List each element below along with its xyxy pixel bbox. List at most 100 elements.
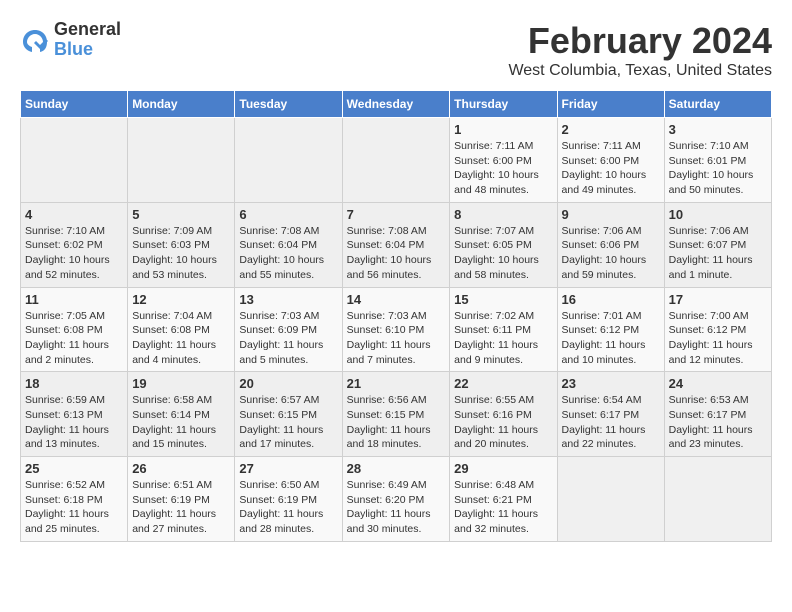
day-number: 3: [669, 122, 767, 137]
calendar-week-3: 11 Sunrise: 7:05 AM Sunset: 6:08 PM Dayli…: [21, 287, 772, 372]
logo-text: General Blue: [54, 20, 121, 60]
day-number: 18: [25, 376, 123, 391]
calendar-cell: 5 Sunrise: 7:09 AM Sunset: 6:03 PM Daylig…: [128, 202, 235, 287]
calendar-cell: 16Sunrise: 7:01 AM Sunset: 6:12 PM Dayli…: [557, 287, 664, 372]
day-info: Sunrise: 7:08 AM Sunset: 6:04 PM Dayligh…: [239, 224, 337, 283]
day-number: 17: [669, 292, 767, 307]
day-number: 20: [239, 376, 337, 391]
calendar-cell: 15 Sunrise: 7:02 AM Sunset: 6:11 PM Dayli…: [450, 287, 557, 372]
page-header: General Blue February 2024 West Columbia…: [20, 20, 772, 80]
calendar-cell: [342, 118, 450, 203]
day-info: Sunrise: 7:00 AM Sunset: 6:12 PM Dayligh…: [669, 309, 767, 368]
day-info: Sunrise: 6:57 AM Sunset: 6:15 PM Dayligh…: [239, 393, 337, 452]
calendar-week-1: 1 Sunrise: 7:11 AM Sunset: 6:00 PM Daylig…: [21, 118, 772, 203]
calendar-table: SundayMondayTuesdayWednesdayThursdayFrid…: [20, 90, 772, 542]
day-info: Sunrise: 7:07 AM Sunset: 6:05 PM Dayligh…: [454, 224, 552, 283]
calendar-cell: 20 Sunrise: 6:57 AM Sunset: 6:15 PM Dayli…: [235, 372, 342, 457]
weekday-header-friday: Friday: [557, 91, 664, 118]
calendar-cell: [664, 457, 771, 542]
day-number: 27: [239, 461, 337, 476]
calendar-week-5: 25Sunrise: 6:52 AM Sunset: 6:18 PM Dayli…: [21, 457, 772, 542]
day-number: 15: [454, 292, 552, 307]
day-number: 14: [347, 292, 446, 307]
day-info: Sunrise: 6:52 AM Sunset: 6:18 PM Dayligh…: [25, 478, 123, 537]
weekday-header-thursday: Thursday: [450, 91, 557, 118]
day-info: Sunrise: 7:11 AM Sunset: 6:00 PM Dayligh…: [454, 139, 552, 198]
logo-icon: [20, 25, 50, 55]
day-number: 11: [25, 292, 123, 307]
calendar-cell: 1 Sunrise: 7:11 AM Sunset: 6:00 PM Daylig…: [450, 118, 557, 203]
calendar-cell: 17 Sunrise: 7:00 AM Sunset: 6:12 PM Dayli…: [664, 287, 771, 372]
day-number: 29: [454, 461, 552, 476]
calendar-cell: 27 Sunrise: 6:50 AM Sunset: 6:19 PM Dayli…: [235, 457, 342, 542]
calendar-cell: [128, 118, 235, 203]
calendar-cell: 6 Sunrise: 7:08 AM Sunset: 6:04 PM Daylig…: [235, 202, 342, 287]
day-number: 23: [562, 376, 660, 391]
day-number: 22: [454, 376, 552, 391]
day-info: Sunrise: 7:05 AM Sunset: 6:08 PM Dayligh…: [25, 309, 123, 368]
day-info: Sunrise: 6:53 AM Sunset: 6:17 PM Dayligh…: [669, 393, 767, 452]
month-year-title: February 2024: [508, 20, 772, 62]
day-number: 2: [562, 122, 660, 137]
day-info: Sunrise: 7:04 AM Sunset: 6:08 PM Dayligh…: [132, 309, 230, 368]
day-number: 7: [347, 207, 446, 222]
calendar-cell: 8 Sunrise: 7:07 AM Sunset: 6:05 PM Daylig…: [450, 202, 557, 287]
calendar-cell: 28 Sunrise: 6:49 AM Sunset: 6:20 PM Dayli…: [342, 457, 450, 542]
logo: General Blue: [20, 20, 121, 60]
day-number: 6: [239, 207, 337, 222]
day-number: 26: [132, 461, 230, 476]
day-info: Sunrise: 6:59 AM Sunset: 6:13 PM Dayligh…: [25, 393, 123, 452]
day-info: Sunrise: 6:55 AM Sunset: 6:16 PM Dayligh…: [454, 393, 552, 452]
weekday-header-saturday: Saturday: [664, 91, 771, 118]
calendar-cell: 22 Sunrise: 6:55 AM Sunset: 6:16 PM Dayli…: [450, 372, 557, 457]
calendar-cell: 12Sunrise: 7:04 AM Sunset: 6:08 PM Dayli…: [128, 287, 235, 372]
day-info: Sunrise: 6:50 AM Sunset: 6:19 PM Dayligh…: [239, 478, 337, 537]
calendar-cell: [557, 457, 664, 542]
calendar-cell: 9 Sunrise: 7:06 AM Sunset: 6:06 PM Daylig…: [557, 202, 664, 287]
day-info: Sunrise: 6:58 AM Sunset: 6:14 PM Dayligh…: [132, 393, 230, 452]
day-info: Sunrise: 7:06 AM Sunset: 6:07 PM Dayligh…: [669, 224, 767, 283]
calendar-cell: 26 Sunrise: 6:51 AM Sunset: 6:19 PM Dayli…: [128, 457, 235, 542]
calendar-cell: 21Sunrise: 6:56 AM Sunset: 6:15 PM Dayli…: [342, 372, 450, 457]
calendar-cell: 10 Sunrise: 7:06 AM Sunset: 6:07 PM Dayli…: [664, 202, 771, 287]
calendar-cell: 23 Sunrise: 6:54 AM Sunset: 6:17 PM Dayli…: [557, 372, 664, 457]
day-number: 10: [669, 207, 767, 222]
calendar-week-2: 4 Sunrise: 7:10 AM Sunset: 6:02 PM Daylig…: [21, 202, 772, 287]
day-number: 8: [454, 207, 552, 222]
weekday-header-wednesday: Wednesday: [342, 91, 450, 118]
calendar-cell: 24 Sunrise: 6:53 AM Sunset: 6:17 PM Dayli…: [664, 372, 771, 457]
day-info: Sunrise: 7:10 AM Sunset: 6:02 PM Dayligh…: [25, 224, 123, 283]
day-info: Sunrise: 6:56 AM Sunset: 6:15 PM Dayligh…: [347, 393, 446, 452]
day-number: 28: [347, 461, 446, 476]
calendar-cell: 25Sunrise: 6:52 AM Sunset: 6:18 PM Dayli…: [21, 457, 128, 542]
day-number: 9: [562, 207, 660, 222]
weekday-header-tuesday: Tuesday: [235, 91, 342, 118]
day-number: 5: [132, 207, 230, 222]
day-number: 19: [132, 376, 230, 391]
day-number: 24: [669, 376, 767, 391]
calendar-cell: 3Sunrise: 7:10 AM Sunset: 6:01 PM Daylig…: [664, 118, 771, 203]
title-block: February 2024 West Columbia, Texas, Unit…: [508, 20, 772, 80]
day-info: Sunrise: 6:49 AM Sunset: 6:20 PM Dayligh…: [347, 478, 446, 537]
weekday-header-row: SundayMondayTuesdayWednesdayThursdayFrid…: [21, 91, 772, 118]
calendar-cell: 2 Sunrise: 7:11 AM Sunset: 6:00 PM Daylig…: [557, 118, 664, 203]
calendar-cell: 19 Sunrise: 6:58 AM Sunset: 6:14 PM Dayli…: [128, 372, 235, 457]
day-info: Sunrise: 7:06 AM Sunset: 6:06 PM Dayligh…: [562, 224, 660, 283]
day-number: 4: [25, 207, 123, 222]
day-info: Sunrise: 7:09 AM Sunset: 6:03 PM Dayligh…: [132, 224, 230, 283]
calendar-cell: 18 Sunrise: 6:59 AM Sunset: 6:13 PM Dayli…: [21, 372, 128, 457]
location-subtitle: West Columbia, Texas, United States: [508, 62, 772, 80]
weekday-header-sunday: Sunday: [21, 91, 128, 118]
weekday-header-monday: Monday: [128, 91, 235, 118]
day-info: Sunrise: 7:02 AM Sunset: 6:11 PM Dayligh…: [454, 309, 552, 368]
day-info: Sunrise: 6:48 AM Sunset: 6:21 PM Dayligh…: [454, 478, 552, 537]
day-info: Sunrise: 6:51 AM Sunset: 6:19 PM Dayligh…: [132, 478, 230, 537]
calendar-cell: 11 Sunrise: 7:05 AM Sunset: 6:08 PM Dayli…: [21, 287, 128, 372]
day-number: 16: [562, 292, 660, 307]
day-info: Sunrise: 7:11 AM Sunset: 6:00 PM Dayligh…: [562, 139, 660, 198]
day-number: 13: [239, 292, 337, 307]
day-info: Sunrise: 6:54 AM Sunset: 6:17 PM Dayligh…: [562, 393, 660, 452]
day-number: 1: [454, 122, 552, 137]
calendar-cell: 7Sunrise: 7:08 AM Sunset: 6:04 PM Daylig…: [342, 202, 450, 287]
calendar-cell: 29 Sunrise: 6:48 AM Sunset: 6:21 PM Dayli…: [450, 457, 557, 542]
